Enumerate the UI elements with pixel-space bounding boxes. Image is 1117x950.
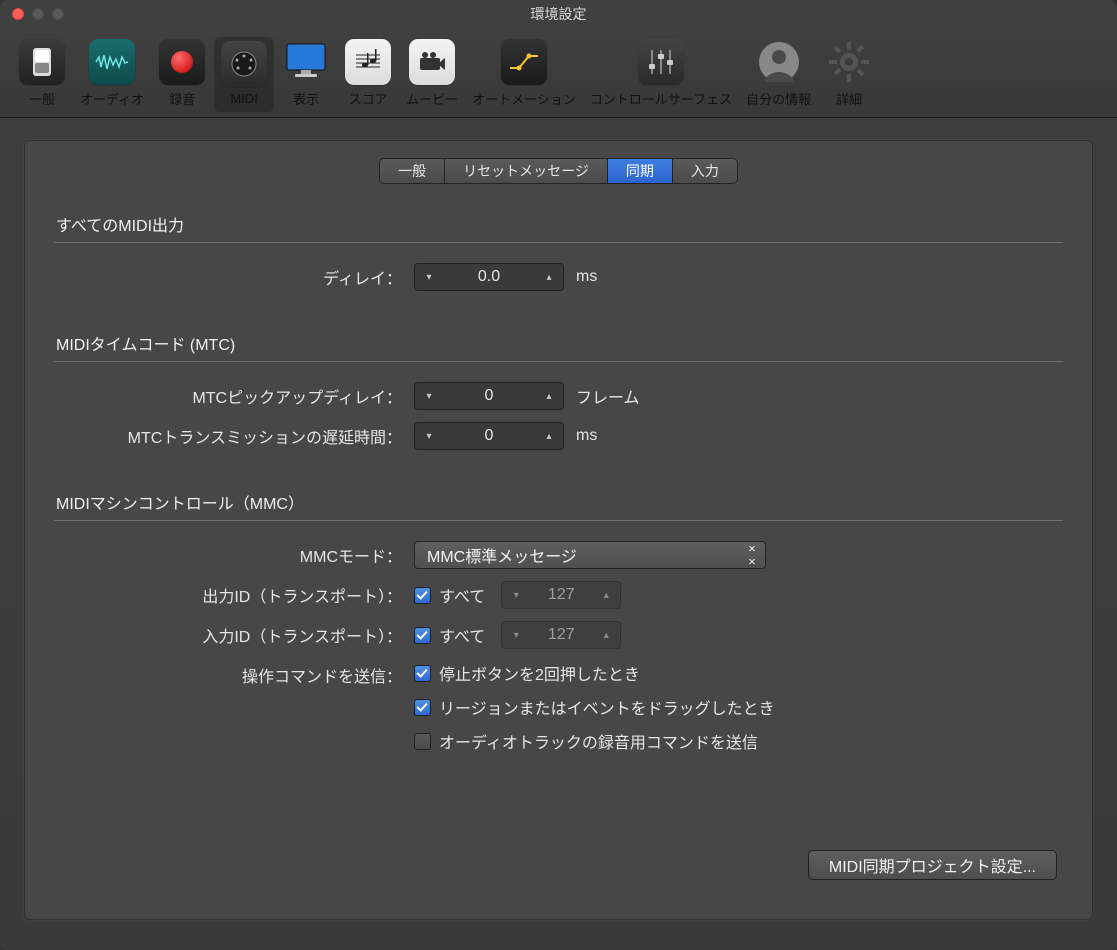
gear-icon	[826, 39, 872, 85]
chevron-up-icon[interactable]: ▴	[535, 264, 563, 290]
divider	[54, 361, 1063, 362]
midi-sync-project-settings-button[interactable]: MIDI同期プロジェクト設定...	[808, 850, 1057, 880]
person-icon	[756, 39, 802, 85]
mtc-pickup-value[interactable]: 0	[443, 383, 535, 409]
delay-stepper[interactable]: ▾ 0.0 ▴	[414, 263, 564, 291]
sub-tabs: 一般 リセットメッセージ 同期 入力	[379, 158, 738, 184]
toolbar-item-my-info[interactable]: 自分の情報	[740, 35, 817, 114]
toolbar-label: オーディオ	[80, 89, 144, 108]
mmc-out-id-label: 出力ID（トランスポート）：	[54, 583, 414, 607]
waveform-icon	[89, 39, 135, 85]
chevron-down-icon: ▾	[502, 622, 530, 648]
toolbar-label: 表示	[293, 89, 319, 108]
mtc-pickup-unit: フレーム	[576, 384, 640, 408]
mmc-in-all-checkbox[interactable]	[414, 627, 431, 644]
toolbar-item-display[interactable]: 表示	[276, 35, 336, 114]
toolbar-label: ムービー	[406, 89, 458, 108]
mmc-opt1-checkbox[interactable]	[414, 665, 431, 682]
toolbar-item-record[interactable]: 録音	[152, 35, 212, 114]
mmc-out-all-checkbox[interactable]	[414, 587, 431, 604]
titlebar: 環境設定	[0, 0, 1117, 28]
mmc-in-id-label: 入力ID（トランスポート）：	[54, 623, 414, 647]
toolbar-item-movie[interactable]: ムービー	[400, 35, 464, 114]
toolbar-item-score[interactable]: スコア	[338, 35, 398, 114]
toolbar-label: 詳細	[836, 89, 862, 108]
preferences-window: 環境設定 一般 オーディオ 録音 MIDI	[0, 0, 1117, 950]
divider	[54, 520, 1063, 521]
section-title-all-midi-out: すべてのMIDI出力	[54, 212, 1063, 242]
chevron-up-icon[interactable]: ▴	[535, 423, 563, 449]
toolbar: 一般 オーディオ 録音 MIDI 表示	[0, 28, 1117, 118]
chevron-down-icon: ▾	[502, 582, 530, 608]
tab-general[interactable]: 一般	[380, 159, 444, 183]
mmc-in-all-label: すべて	[439, 623, 485, 647]
zoom-icon[interactable]	[52, 8, 64, 20]
toolbar-label: 一般	[29, 89, 55, 108]
chevron-up-icon: ▴	[592, 582, 620, 608]
toolbar-label: 録音	[169, 89, 195, 108]
window-title: 環境設定	[0, 4, 1117, 24]
mmc-send-cmd-label: 操作コマンドを送信：	[54, 661, 414, 687]
toolbar-item-midi[interactable]: MIDI	[214, 37, 274, 112]
mmc-opt2-label: リージョンまたはイベントをドラッグしたとき	[439, 695, 775, 719]
mmc-opt2-checkbox[interactable]	[414, 699, 431, 716]
toolbar-item-general[interactable]: 一般	[12, 35, 72, 114]
chevron-up-icon: ▴	[592, 622, 620, 648]
mmc-mode-dropdown[interactable]: MMC標準メッセージ	[414, 541, 766, 569]
tab-input[interactable]: 入力	[672, 159, 737, 183]
toolbar-item-advanced[interactable]: 詳細	[819, 35, 879, 114]
tab-reset-messages[interactable]: リセットメッセージ	[444, 159, 607, 183]
faders-icon	[638, 39, 684, 85]
midi-icon	[221, 41, 267, 87]
movie-icon	[409, 39, 455, 85]
toolbar-item-automation[interactable]: オートメーション	[466, 35, 582, 114]
content-pane: 一般 リセットメッセージ 同期 入力 すべてのMIDI出力 ディレイ： ▾ 0.…	[24, 140, 1093, 920]
chevron-down-icon[interactable]: ▾	[415, 264, 443, 290]
footer-button-label: MIDI同期プロジェクト設定...	[829, 853, 1036, 877]
divider	[54, 242, 1063, 243]
delay-value[interactable]: 0.0	[443, 264, 535, 290]
toolbar-item-audio[interactable]: オーディオ	[74, 35, 150, 114]
mmc-in-id-stepper: ▾ 127 ▴	[501, 621, 621, 649]
delay-label: ディレイ：	[54, 265, 414, 289]
minimize-icon[interactable]	[32, 8, 44, 20]
traffic-lights	[0, 8, 64, 20]
toolbar-label: スコア	[349, 89, 388, 108]
chevron-up-icon[interactable]: ▴	[535, 383, 563, 409]
toolbar-label: MIDI	[230, 91, 257, 106]
mtc-pickup-stepper[interactable]: ▾ 0 ▴	[414, 382, 564, 410]
mmc-opt3-checkbox[interactable]	[414, 733, 431, 750]
mtc-trans-unit: ms	[576, 427, 597, 445]
mtc-trans-value[interactable]: 0	[443, 423, 535, 449]
mtc-pickup-label: MTCピックアップディレイ：	[54, 384, 414, 408]
toolbar-label: コントロールサーフェス	[590, 89, 732, 108]
mmc-out-all-label: すべて	[439, 583, 485, 607]
mmc-opt3-label: オーディオトラックの録音用コマンドを送信	[439, 729, 758, 753]
close-icon[interactable]	[12, 8, 24, 20]
toolbar-label: オートメーション	[472, 89, 576, 108]
mtc-trans-stepper[interactable]: ▾ 0 ▴	[414, 422, 564, 450]
mmc-opt1-label: 停止ボタンを2回押したとき	[439, 661, 640, 685]
score-icon	[345, 39, 391, 85]
section-title-mmc: MIDIマシンコントロール（MMC）	[54, 490, 1063, 520]
delay-unit: ms	[576, 268, 597, 286]
section-title-mtc: MIDIタイムコード (MTC)	[54, 331, 1063, 361]
toolbar-item-control-surfaces[interactable]: コントロールサーフェス	[584, 35, 738, 114]
monitor-icon	[283, 39, 329, 85]
chevron-down-icon[interactable]: ▾	[415, 383, 443, 409]
mmc-out-id-value: 127	[530, 582, 592, 608]
mtc-trans-label: MTCトランスミッションの遅延時間：	[54, 424, 414, 448]
mmc-out-id-stepper: ▾ 127 ▴	[501, 581, 621, 609]
toolbar-label: 自分の情報	[746, 89, 811, 108]
mmc-mode-label: MMCモード：	[54, 543, 414, 567]
record-icon	[159, 39, 205, 85]
mmc-in-id-value: 127	[530, 622, 592, 648]
mmc-mode-value: MMC標準メッセージ	[427, 543, 577, 567]
switch-icon	[19, 39, 65, 85]
tab-sync[interactable]: 同期	[607, 159, 672, 183]
chevron-down-icon[interactable]: ▾	[415, 423, 443, 449]
automation-icon	[501, 39, 547, 85]
